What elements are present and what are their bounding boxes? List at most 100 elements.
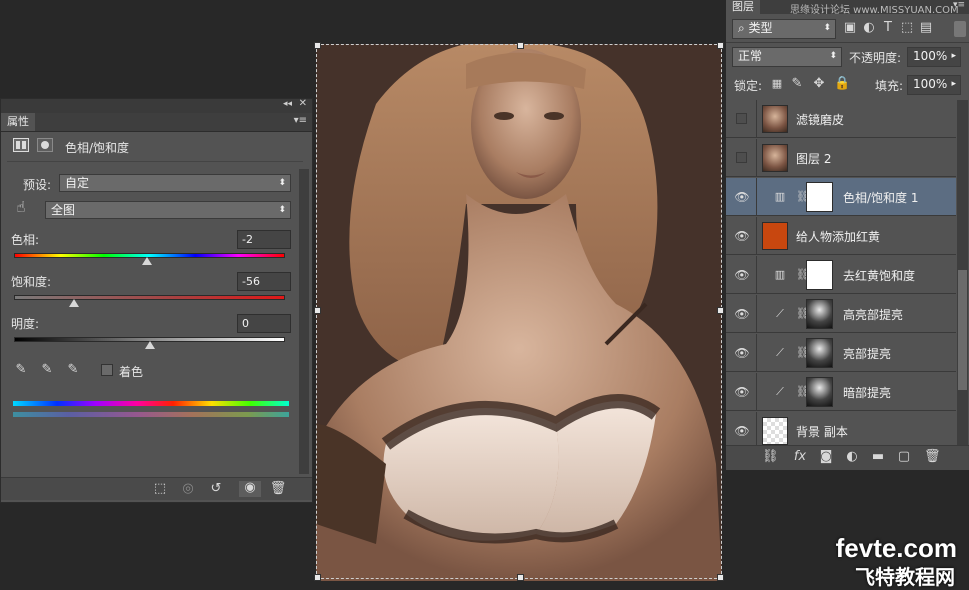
fill-input[interactable]: 100% ▸ <box>907 75 961 95</box>
hue-saturation-icon[interactable]: ▥ <box>771 191 789 203</box>
adjustment-layer-icon[interactable] <box>13 138 29 152</box>
hue-input[interactable]: -2 <box>237 230 291 249</box>
eye-icon[interactable]: 👁 <box>734 424 750 438</box>
eyedropper-plus-icon[interactable]: ✎ <box>39 363 55 377</box>
lightness-slider-thumb[interactable] <box>144 341 155 349</box>
curves-adjustment-icon[interactable]: ⟋ <box>771 308 789 320</box>
eye-icon[interactable]: 👁 <box>734 346 750 360</box>
layer-row[interactable]: 👁 ▥ ⛓ 去红黄饱和度 <box>726 256 956 294</box>
panel-title-bar[interactable]: ◂◂ ✕ <box>1 98 312 113</box>
panel-menu-icon[interactable]: ▾≡ <box>294 115 307 127</box>
close-icon[interactable]: ✕ <box>299 98 307 109</box>
scrollbar-thumb[interactable] <box>958 270 967 390</box>
add-mask-icon[interactable]: ◙ <box>818 450 834 464</box>
watermark-name: 飞特教程网 <box>855 565 955 589</box>
preset-select[interactable]: 自定 ⬍ <box>59 174 291 192</box>
reset-icon[interactable]: ↺ <box>207 482 225 496</box>
filter-pixel-icon[interactable]: ▣ <box>843 21 857 35</box>
divider <box>7 161 303 162</box>
adjustment-layer-icon[interactable]: ◐ <box>844 450 860 464</box>
new-layer-icon[interactable]: ▢ <box>896 450 912 464</box>
eye-icon[interactable]: 👁 <box>734 385 750 399</box>
eyedropper-minus-icon[interactable]: ✎ <box>65 363 81 377</box>
layer-mask-thumbnail[interactable] <box>806 260 833 290</box>
opacity-input[interactable]: 100% ▸ <box>907 47 961 67</box>
visibility-icon[interactable]: ◉ <box>239 481 261 497</box>
filter-shape-icon[interactable]: ⬚ <box>900 21 914 35</box>
hue-saturation-icon[interactable]: ▥ <box>771 269 789 281</box>
layer-row[interactable]: 👁 ⟋ ⛓ 暗部提亮 <box>726 373 956 411</box>
hue-slider-thumb[interactable] <box>141 257 152 265</box>
lightness-input[interactable]: 0 <box>237 314 291 333</box>
panel-scrollbar[interactable] <box>299 169 309 474</box>
lock-transparent-icon[interactable]: ▦ <box>770 77 784 91</box>
fx-icon[interactable]: fx <box>790 450 810 464</box>
layer-thumbnail[interactable] <box>762 144 788 172</box>
transparent-thumbnail[interactable] <box>762 417 788 445</box>
panel-menu-icon[interactable]: ▾≡ <box>953 0 965 10</box>
layer-thumbnail[interactable] <box>762 105 788 133</box>
saturation-slider-track[interactable] <box>14 295 285 300</box>
colorize-checkbox[interactable] <box>101 364 113 376</box>
saturation-label: 饱和度: <box>11 275 52 289</box>
visibility-toggle[interactable] <box>736 152 747 163</box>
lock-position-icon[interactable]: ✥ <box>812 77 826 91</box>
targeted-adjustment-hand-icon[interactable]: ☝ <box>11 200 31 215</box>
lock-label: 锁定: <box>734 79 763 93</box>
source-color-bar <box>13 401 289 406</box>
layer-row[interactable]: 👁 给人物添加红黄 <box>726 217 956 255</box>
site-logo-watermark: fevte.com 飞特教程网 <box>789 529 969 589</box>
layer-row[interactable]: 👁 ▥ ⛓ 色相/饱和度 1 <box>726 178 956 216</box>
eye-icon[interactable]: 👁 <box>734 307 750 321</box>
filter-smart-object-icon[interactable]: ▤ <box>919 21 933 35</box>
eyedropper-icon[interactable]: ✎ <box>13 363 29 377</box>
collapse-icon[interactable]: ◂◂ <box>283 99 292 109</box>
filter-type-icon[interactable]: T <box>881 21 895 35</box>
layers-scrollbar[interactable] <box>957 100 968 445</box>
link-layers-icon[interactable]: ⛓ <box>762 450 779 464</box>
layer-mask-thumbnail[interactable] <box>806 299 833 329</box>
layer-name: 暗部提亮 <box>843 386 892 400</box>
lightness-label: 明度: <box>11 317 40 331</box>
layer-row[interactable]: 滤镜磨皮 <box>726 100 956 138</box>
layer-name: 给人物添加红黄 <box>796 230 881 244</box>
saturation-input[interactable]: -56 <box>237 272 291 291</box>
layers-panel: 图层 思缘设计论坛 www.MISSYUAN.COM ▾≡ ⌕ 类型 ⬍ ▣ ◐… <box>726 0 969 470</box>
layer-row[interactable]: 👁 ⟋ ⛓ 亮部提亮 <box>726 334 956 372</box>
filter-toggle-switch[interactable] <box>954 21 966 37</box>
range-select[interactable]: 全图 ⬍ <box>45 201 291 219</box>
blend-mode-select[interactable]: 正常 ⬍ <box>732 47 842 67</box>
document-canvas[interactable] <box>316 44 722 581</box>
curves-adjustment-icon[interactable]: ⟋ <box>771 347 789 359</box>
lock-image-icon[interactable]: ✎ <box>790 77 804 91</box>
visibility-toggle[interactable] <box>736 113 747 124</box>
eye-icon[interactable]: 👁 <box>734 268 750 282</box>
eye-icon[interactable]: 👁 <box>734 229 750 243</box>
clip-to-layer-icon[interactable]: ⬚ <box>151 482 169 496</box>
curves-adjustment-icon[interactable]: ⟋ <box>771 386 789 398</box>
filter-kind-select[interactable]: ⌕ 类型 ⬍ <box>732 19 836 39</box>
layer-mask-thumbnail[interactable] <box>806 377 833 407</box>
eye-icon[interactable]: 👁 <box>734 190 750 204</box>
tab-properties[interactable]: 属性 <box>1 113 35 131</box>
lock-all-icon[interactable]: 🔒 <box>834 77 850 91</box>
layer-row[interactable]: 图层 2 <box>726 139 956 177</box>
layer-row[interactable]: 👁 背景 副本 <box>726 412 956 445</box>
layer-name: 背景 副本 <box>796 425 848 439</box>
delete-icon[interactable]: 🗑 <box>269 482 287 496</box>
view-previous-state-icon[interactable]: ◎ <box>179 482 197 496</box>
properties-tab-bar: 属性 ▾≡ <box>1 113 312 132</box>
fill-color-thumbnail[interactable] <box>762 222 788 250</box>
tab-layers[interactable]: 图层 <box>726 0 760 14</box>
divider <box>756 100 757 138</box>
filter-adjustment-icon[interactable]: ◐ <box>862 21 876 35</box>
layer-row[interactable]: 👁 ⟋ ⛓ 高亮部提亮 <box>726 295 956 333</box>
saturation-slider-thumb[interactable] <box>68 299 79 307</box>
trash-icon[interactable]: 🗑 <box>924 450 941 464</box>
layer-mask-thumbnail[interactable] <box>806 182 833 212</box>
layer-mask-thumbnail[interactable] <box>806 338 833 368</box>
divider <box>756 139 757 177</box>
properties-bottom-toolbar: ⬚ ◎ ↺ ◉ 🗑 <box>1 477 312 500</box>
folder-icon[interactable]: ▬ <box>870 450 886 464</box>
mask-icon[interactable] <box>37 138 53 152</box>
